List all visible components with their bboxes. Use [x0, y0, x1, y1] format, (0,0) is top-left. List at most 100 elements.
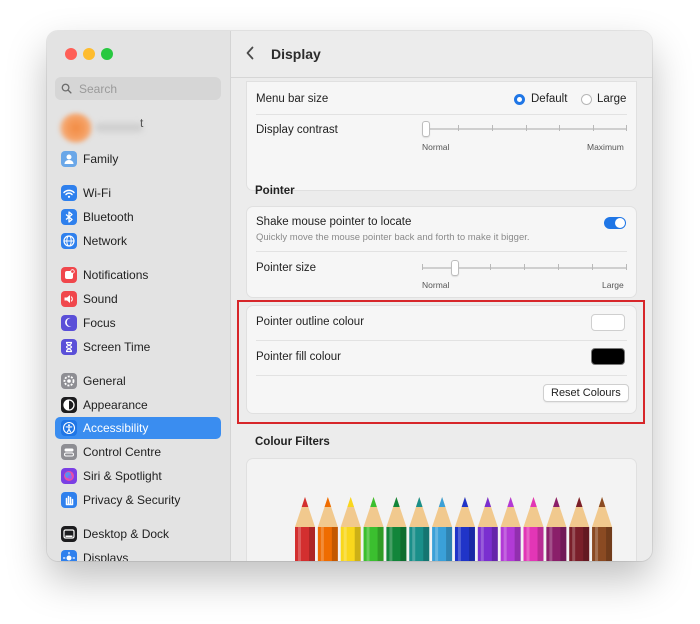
toolbar: Display: [231, 31, 652, 78]
family-icon: [61, 151, 77, 167]
sidebar-item-label: Family: [83, 152, 119, 166]
highlight-box: [237, 300, 645, 424]
sidebar-item-label: Focus: [83, 316, 116, 330]
search-field[interactable]: [55, 77, 221, 100]
pencil-3: [340, 497, 361, 561]
pencil-11: [523, 497, 544, 561]
search-input[interactable]: [77, 80, 211, 97]
moon-icon: [61, 315, 77, 331]
sidebar-item-displays[interactable]: Displays: [55, 547, 221, 561]
sidebar-item-label: Wi-Fi: [83, 186, 111, 200]
sidebar-item-label: Bluetooth: [83, 210, 134, 224]
system-settings-window: t Family Wi-Fi Bluetooth Network Notificatio…: [47, 31, 652, 561]
colour-filters-section-title: Colour Filters: [255, 436, 330, 448]
pencil-12: [546, 497, 567, 561]
sidebar-item-general[interactable]: General: [55, 370, 221, 392]
pencil-2: [317, 497, 338, 561]
pencil-4: [363, 497, 384, 561]
sidebar: t Family Wi-Fi Bluetooth Network Notificatio…: [47, 31, 231, 561]
sidebar-item-desktop-and-dock[interactable]: Desktop & Dock: [55, 523, 221, 545]
sidebar-item-label: Accessibility: [83, 421, 149, 435]
sidebar-item-label: Screen Time: [83, 340, 151, 354]
sidebar-item-label: Notifications: [83, 268, 149, 282]
display-contrast-label: Display contrast: [256, 124, 338, 136]
sidebar-item-family[interactable]: Family: [55, 148, 221, 170]
bell-icon: [61, 267, 77, 283]
shake-pointer-description: Quickly move the mouse pointer back and …: [256, 232, 530, 243]
display-options-card: Menu bar size Default Large Display cont…: [246, 81, 637, 191]
sidebar-item-label: Network: [83, 234, 128, 248]
pencil-8: [454, 497, 475, 561]
sidebar-item-label: Sound: [83, 292, 118, 306]
pencil-9: [477, 497, 498, 561]
sidebar-item-screen-time[interactable]: Screen Time: [55, 336, 221, 358]
sidebar-item-network[interactable]: Network: [55, 230, 221, 252]
pointer-section-title: Pointer: [255, 185, 295, 197]
sidebar-item-label: General: [83, 374, 126, 388]
sidebar-item-label: Appearance: [83, 398, 148, 412]
displays-icon: [61, 550, 77, 561]
sidebar-item-accessibility[interactable]: Accessibility: [55, 417, 221, 439]
divider: [256, 114, 627, 115]
main-pane: Display Menu bar size Default Large Disp…: [231, 31, 652, 561]
menu-bar-large-label: Large: [597, 93, 627, 105]
accessibility-icon: [61, 420, 77, 436]
menu-bar-default-label: Default: [531, 93, 568, 105]
shake-pointer-toggle[interactable]: [604, 217, 626, 229]
control-centre-icon: [61, 444, 77, 460]
sidebar-item-label: Desktop & Dock: [83, 527, 170, 541]
contrast-slider-knob[interactable]: [422, 121, 430, 137]
maximize-window-button[interactable]: [101, 48, 113, 60]
sidebar-item-focus[interactable]: Focus: [55, 312, 221, 334]
minimize-window-button[interactable]: [83, 48, 95, 60]
menu-bar-default-radio[interactable]: [514, 94, 525, 105]
pencil-7: [432, 497, 453, 561]
pointer-size-knob[interactable]: [451, 260, 459, 276]
sidebar-item-wi-fi[interactable]: Wi-Fi: [55, 182, 221, 204]
hourglass-icon: [61, 339, 77, 355]
pointer-size-max-label: Large: [602, 280, 624, 290]
sidebar-item-appearance[interactable]: Appearance: [55, 394, 221, 416]
pencil-5: [386, 497, 407, 561]
pencil-10: [500, 497, 521, 561]
contrast-max-label: Maximum: [587, 142, 624, 152]
back-chevron-icon[interactable]: [245, 45, 255, 61]
globe-icon: [61, 233, 77, 249]
sidebar-item-label: Displays: [83, 551, 129, 561]
bluetooth-icon: [61, 209, 77, 225]
sidebar-item-bluetooth[interactable]: Bluetooth: [55, 206, 221, 228]
account-name-blurred: [95, 123, 143, 132]
account-label-partial: t: [140, 116, 144, 130]
speaker-icon: [61, 291, 77, 307]
pointer-size-min-label: Normal: [422, 280, 450, 290]
sidebar-item-notifications[interactable]: Notifications: [55, 264, 221, 286]
sidebar-item-privacy-and-security[interactable]: Privacy & Security: [55, 489, 221, 511]
avatar: [59, 113, 93, 143]
sidebar-item-sound[interactable]: Sound: [55, 288, 221, 310]
search-icon: [61, 83, 72, 94]
apple-account-item[interactable]: t: [57, 111, 207, 145]
colour-filters-card: [246, 458, 637, 561]
siri-icon: [61, 468, 77, 484]
pointer-size-label: Pointer size: [256, 262, 317, 274]
wifi-icon: [61, 185, 77, 201]
pencil-6: [409, 497, 430, 561]
sidebar-item-control-centre[interactable]: Control Centre: [55, 441, 221, 463]
sidebar-item-label: Privacy & Security: [83, 493, 181, 507]
divider: [256, 251, 627, 252]
sidebar-item-label: Siri & Spotlight: [83, 469, 162, 483]
pointer-card: Shake mouse pointer to locate Quickly mo…: [246, 206, 637, 298]
dock-icon: [61, 526, 77, 542]
sidebar-item-label: Control Centre: [83, 445, 162, 459]
gear-icon: [61, 373, 77, 389]
sidebar-item-siri-and-spotlight[interactable]: Siri & Spotlight: [55, 465, 221, 487]
hand-icon: [61, 492, 77, 508]
pencil-14: [592, 497, 613, 561]
pencil-13: [569, 497, 590, 561]
pencil-1: [295, 497, 315, 561]
shake-pointer-label: Shake mouse pointer to locate: [256, 216, 412, 228]
contrast-min-label: Normal: [422, 142, 450, 152]
close-window-button[interactable]: [65, 48, 77, 60]
page-title: Display: [271, 46, 321, 62]
menu-bar-large-radio[interactable]: [581, 94, 592, 105]
